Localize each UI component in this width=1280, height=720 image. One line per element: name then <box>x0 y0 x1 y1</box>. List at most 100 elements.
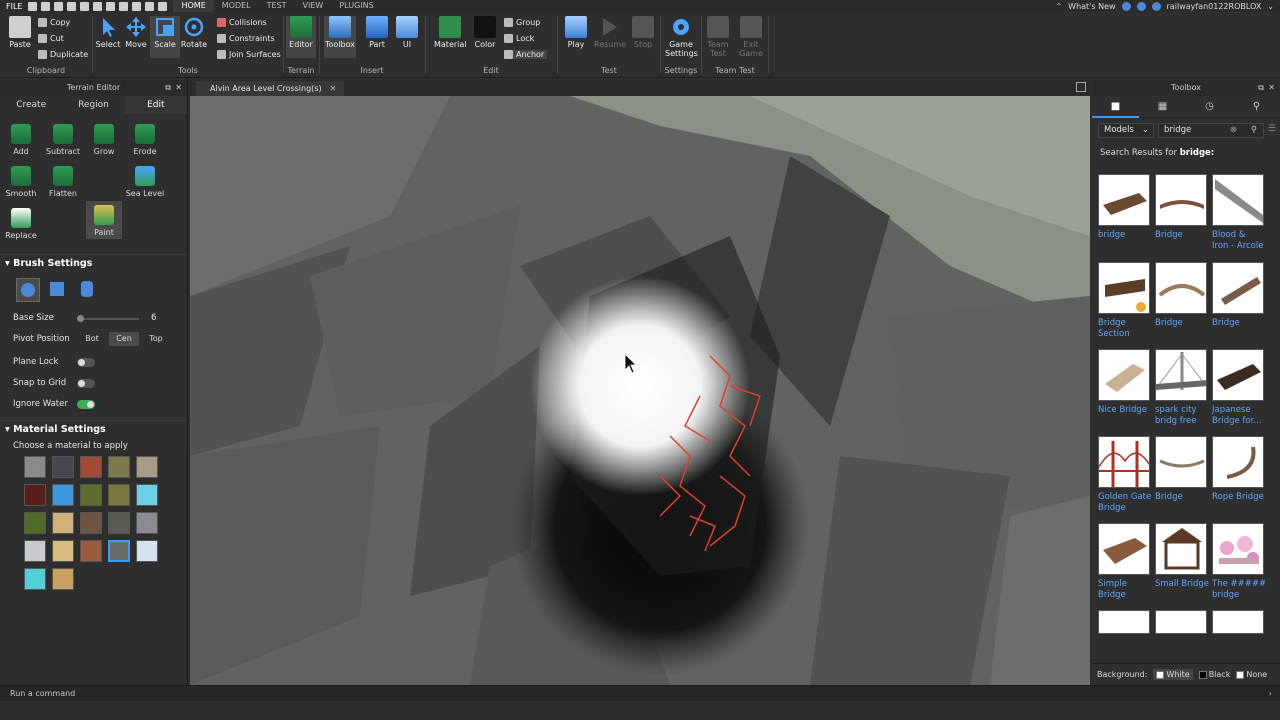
material-swatch[interactable] <box>24 512 46 534</box>
material-swatch[interactable] <box>52 456 74 478</box>
file-menu[interactable]: FILE <box>0 2 28 11</box>
material-swatch[interactable] <box>108 512 130 534</box>
chevron-up-icon[interactable]: ⌃ <box>1055 2 1062 11</box>
tool-smooth[interactable]: Smooth <box>3 162 39 198</box>
copy-button[interactable]: Copy <box>38 18 70 27</box>
material-swatch[interactable] <box>80 456 102 478</box>
toolbox-item[interactable]: Bridge <box>1155 436 1211 503</box>
tool-add[interactable]: Add <box>3 120 39 156</box>
ui-button[interactable]: UI <box>392 16 422 49</box>
tab-region[interactable]: Region <box>62 96 124 114</box>
3d-viewport[interactable] <box>190 96 1090 685</box>
pivot-top-button[interactable]: Top <box>141 332 171 346</box>
close-icon[interactable]: ✕ <box>175 80 182 96</box>
toolbox-item[interactable]: Blood & Iron - Arcole <box>1212 174 1268 252</box>
toolbox-item[interactable]: Simple Bridge <box>1098 523 1154 601</box>
category-dropdown[interactable]: Models ⌄ <box>1098 123 1154 138</box>
collisions-toggle[interactable]: Collisions <box>217 18 267 27</box>
save-icon[interactable] <box>54 1 64 11</box>
tab-create[interactable]: Create <box>0 96 62 114</box>
ignore-water-toggle[interactable] <box>77 400 95 409</box>
command-bar[interactable]: Run a command › <box>0 685 1280 701</box>
duplicate-icon[interactable] <box>158 1 168 11</box>
play-button[interactable]: Play <box>561 16 591 49</box>
close-icon[interactable]: ✕ <box>1268 80 1275 96</box>
toolbox-item[interactable]: Bridge <box>1212 262 1268 329</box>
viewport-maximize-icon[interactable] <box>1076 82 1086 92</box>
tool-flatten[interactable]: Flatten <box>45 162 81 198</box>
tab-home[interactable]: HOME <box>173 0 214 12</box>
team-test-button[interactable]: Team Test <box>703 16 733 58</box>
resume-button[interactable]: Resume <box>594 16 626 49</box>
tab-plugins[interactable]: PLUGINS <box>331 0 381 12</box>
toolbox-item[interactable] <box>1098 610 1154 634</box>
toolbox-item[interactable]: bridge <box>1098 174 1154 241</box>
toolbox-item[interactable]: spark city bridg free <box>1155 349 1211 427</box>
material-swatch-selected[interactable] <box>108 540 130 562</box>
toolbox-item[interactable] <box>1155 610 1211 634</box>
new-file-icon[interactable] <box>28 1 38 11</box>
close-icon[interactable]: ✕ <box>330 84 337 93</box>
color-button[interactable]: Color <box>470 16 500 49</box>
duplicate-button[interactable]: Duplicate <box>38 50 88 59</box>
toolbox-item[interactable]: Golden Gate Bridge <box>1098 436 1154 514</box>
toolbox-item[interactable]: Nice Bridge <box>1098 349 1154 416</box>
tab-model[interactable]: MODEL <box>214 0 259 12</box>
material-swatch[interactable] <box>52 512 74 534</box>
cut-icon[interactable] <box>119 1 129 11</box>
scale-button[interactable]: Scale <box>150 16 180 58</box>
copy-icon[interactable] <box>132 1 142 11</box>
cube-brush-icon[interactable] <box>50 282 64 296</box>
lock-button[interactable]: Lock <box>504 34 534 43</box>
username[interactable]: railwayfan0122ROBLOX <box>1167 2 1262 11</box>
toolbox-item[interactable]: The ##### bridge <box>1212 523 1268 601</box>
tab-inventory[interactable]: ▦ <box>1139 96 1186 118</box>
toolbox-item[interactable]: Rope Bridge <box>1212 436 1268 503</box>
help-icon[interactable] <box>1121 1 1131 11</box>
whats-new-link[interactable]: What's New <box>1068 2 1115 11</box>
material-swatch[interactable] <box>52 540 74 562</box>
join-surfaces-toggle[interactable]: Join Surfaces <box>217 50 281 59</box>
game-settings-button[interactable]: Game Settings <box>665 16 698 58</box>
paste-icon[interactable] <box>145 1 155 11</box>
background-none-option[interactable]: None <box>1236 670 1267 679</box>
background-white-option[interactable]: White <box>1153 669 1193 680</box>
tool-paint[interactable]: Paint <box>86 201 122 239</box>
tab-marketplace[interactable]: ■ <box>1092 96 1139 118</box>
constraints-toggle[interactable]: Constraints <box>217 34 275 43</box>
paste-button[interactable]: Paste <box>5 16 35 49</box>
part-button[interactable]: Part <box>362 16 392 49</box>
open-folder-icon[interactable] <box>41 1 51 11</box>
stop-square-icon[interactable] <box>106 1 116 11</box>
tool-erode[interactable]: Erode <box>127 120 163 156</box>
material-swatch[interactable] <box>24 484 46 506</box>
brush-settings-header[interactable]: ▾ Brush Settings <box>0 254 187 272</box>
undock-icon[interactable]: ⧉ <box>165 80 171 96</box>
toolbox-item[interactable]: Bridge <box>1155 174 1211 241</box>
sphere-brush-button[interactable] <box>16 278 40 302</box>
group-button[interactable]: Group <box>504 18 540 27</box>
toolbox-item[interactable]: Bridge Section <box>1098 262 1154 340</box>
base-size-value[interactable]: 6 <box>151 308 156 329</box>
material-swatch[interactable] <box>24 568 46 590</box>
material-swatch[interactable] <box>80 512 102 534</box>
tool-replace[interactable]: Replace <box>3 204 39 240</box>
material-swatch[interactable] <box>24 456 46 478</box>
document-tab[interactable]: Alvin Area Level Crossing(s) ✕ <box>196 81 345 96</box>
toolbox-item[interactable] <box>1212 610 1268 634</box>
rotate-button[interactable]: Rotate <box>179 16 209 49</box>
material-swatch[interactable] <box>108 484 130 506</box>
material-swatch[interactable] <box>52 484 74 506</box>
material-swatch[interactable] <box>52 568 74 590</box>
cylinder-brush-icon[interactable] <box>81 281 93 297</box>
material-swatch[interactable] <box>136 512 158 534</box>
background-black-option[interactable]: Black <box>1198 670 1230 679</box>
pivot-cen-button[interactable]: Cen <box>109 332 139 346</box>
chevron-right-icon[interactable]: › <box>1269 686 1272 702</box>
share-icon[interactable] <box>1136 1 1146 11</box>
stop-button[interactable]: Stop <box>628 16 658 49</box>
pivot-bot-button[interactable]: Bot <box>77 332 107 346</box>
material-swatch[interactable] <box>136 456 158 478</box>
cut-button[interactable]: Cut <box>38 34 64 43</box>
toolbox-button[interactable]: Toolbox <box>324 16 356 58</box>
